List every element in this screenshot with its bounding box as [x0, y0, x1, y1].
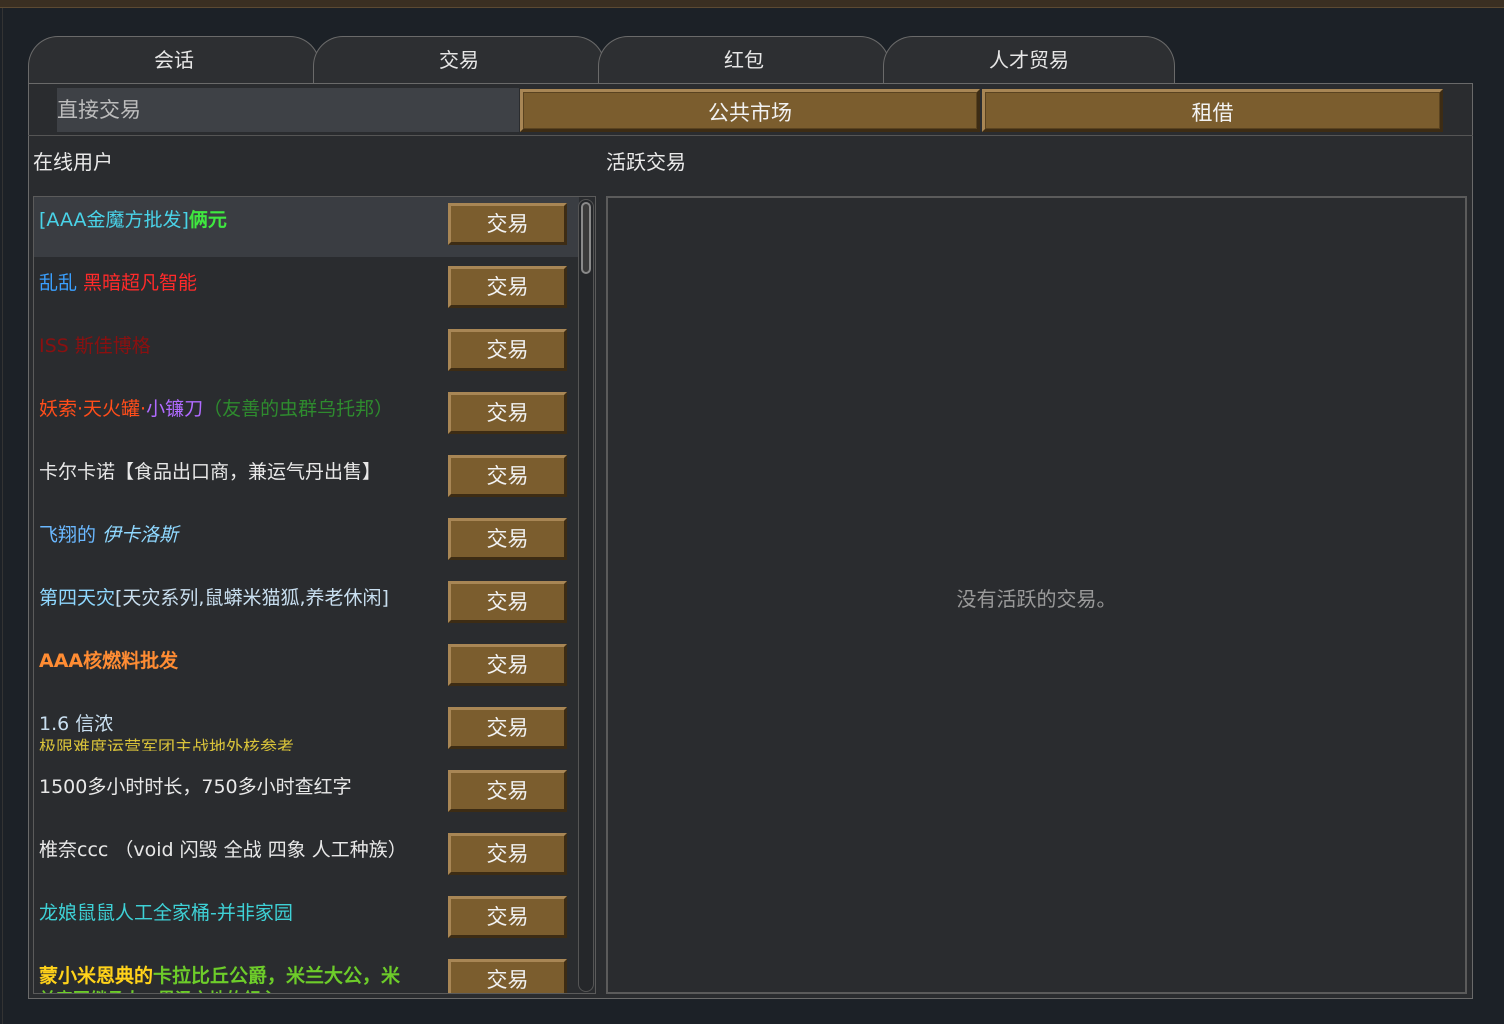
trade-button[interactable]: 交易 [448, 896, 567, 938]
tab-red-packet[interactable]: 红包 [598, 36, 890, 84]
user-row[interactable]: 龙娘鼠鼠人工全家桶-并非家园 交易 [34, 890, 579, 950]
trade-button[interactable]: 交易 [448, 266, 567, 308]
user-row[interactable]: 椎奈ccc （void 闪毁 全战 四象 人工种族） 交易 [34, 827, 579, 887]
active-trades-label: 活跃交易 [606, 150, 686, 174]
user-name: AAA核燃料批发 [39, 648, 444, 688]
user-name-segment: 1500多小时时长，750多小时查红字 [39, 776, 352, 798]
user-row[interactable]: 卡尔卡诺【食品出口商，兼运气丹出售】 交易 [34, 449, 579, 509]
trade-button[interactable]: 交易 [448, 644, 567, 686]
trade-button[interactable]: 交易 [448, 203, 567, 245]
user-name-line: 飞翔的 伊卡洛斯 [39, 524, 178, 546]
online-user-list[interactable]: [AAA金魔方批发]俩元 交易 乱乱 黑暗超凡智能 交易 ISS 斯佳博格 交易 妖索·… [33, 196, 596, 994]
trade-button[interactable]: 交易 [448, 329, 567, 371]
user-name-segment: 椎奈ccc （void 闪毁 全战 四象 人工种族） [39, 839, 407, 861]
online-users-label: 在线用户 [33, 150, 113, 174]
user-name-segment: 卡尔卡诺【食品出口商，兼运气丹出售】 [39, 461, 382, 483]
trade-button[interactable]: 交易 [448, 581, 567, 623]
user-name-segment: 伊卡洛斯 [102, 524, 179, 546]
user-name-line: 第四天灾[天灾系列,鼠蟒米猫狐,养老休闲] [39, 587, 389, 609]
user-name: 妖索·天火罐·小镰刀（友善的虫群乌托邦） [39, 396, 444, 436]
user-name: 1.6 信浓极限难度运营军团主战地外核参考 [39, 711, 444, 751]
public-market-button[interactable]: 公共市场 [520, 89, 980, 132]
user-name-segment: 兰帝国继承人，恩泽之地的领主 [39, 990, 277, 993]
tab-talent-trade[interactable]: 人才贸易 [883, 36, 1175, 84]
scrollbar-thumb[interactable] [581, 202, 591, 274]
user-name: 蒙小米恩典的卡拉比丘公爵，米兰大公，米兰帝国继承人，恩泽之地的领主 [39, 963, 444, 993]
tab-trade[interactable]: 交易 [313, 36, 605, 84]
user-name: 飞翔的 伊卡洛斯 [39, 522, 444, 562]
user-name: 椎奈ccc （void 闪毁 全战 四象 人工种族） [39, 837, 444, 877]
toolbar-divider [28, 135, 1473, 136]
user-name-line: 卡尔卡诺【食品出口商，兼运气丹出售】 [39, 461, 381, 483]
user-name-subline: 兰帝国继承人，恩泽之地的领主 [39, 989, 444, 993]
user-row[interactable]: 1.6 信浓 极限难度运营军团主战地外核参考 交易 [34, 701, 579, 761]
user-row[interactable]: AAA核燃料批发 交易 [34, 638, 579, 698]
user-name-line: AAA核燃料批发 [39, 650, 178, 672]
user-name-segment: [AAA金魔方批发] [39, 209, 189, 231]
user-name-segment: （友善的虫群乌托邦） [203, 398, 394, 420]
no-active-trades-message: 没有活跃的交易。 [956, 587, 1117, 611]
user-name: 卡尔卡诺【食品出口商，兼运气丹出售】 [39, 459, 444, 499]
top-strip [0, 0, 1504, 8]
active-trades-panel: 没有活跃的交易。 [606, 196, 1467, 994]
user-name: 1500多小时时长，750多小时查红字 [39, 774, 444, 814]
user-list-scrollbar[interactable] [578, 199, 594, 992]
trade-button[interactable]: 交易 [448, 959, 567, 993]
user-row[interactable]: 1500多小时时长，750多小时查红字 交易 [34, 764, 579, 824]
user-row[interactable]: [AAA金魔方批发]俩元 交易 [34, 197, 579, 257]
user-name-segment: 极限难度运营军团主战地外核参考 [39, 738, 294, 751]
user-name-line: 蒙小米恩典的卡拉比丘公爵，米兰大公，米 [39, 965, 400, 987]
user-name-segment: ISS 斯佳博格 [39, 335, 151, 357]
user-row[interactable]: 乱乱 黑暗超凡智能 交易 [34, 260, 579, 320]
user-name: 第四天灾[天灾系列,鼠蟒米猫狐,养老休闲] [39, 585, 444, 625]
user-name: [AAA金魔方批发]俩元 [39, 207, 444, 247]
user-name-segment: 飞翔的 [39, 524, 103, 546]
user-name-segment: 黑暗超凡智能 [83, 272, 198, 294]
user-name-segment: AAA核燃料批发 [39, 650, 179, 672]
user-name-segment: [天灾系列,鼠蟒米猫狐,养老休闲] [115, 587, 389, 609]
user-row[interactable]: 第四天灾[天灾系列,鼠蟒米猫狐,养老休闲] 交易 [34, 575, 579, 635]
user-name-segment: 乱乱 [39, 272, 84, 294]
user-name-line: 1.6 信浓 [39, 713, 113, 735]
trade-button[interactable]: 交易 [448, 392, 567, 434]
user-name-line: 乱乱 黑暗超凡智能 [39, 272, 197, 294]
user-name-segment: 蒙小米恩典的 [39, 965, 154, 987]
user-name-line: 龙娘鼠鼠人工全家桶-并非家园 [39, 902, 293, 924]
trade-button[interactable]: 交易 [448, 518, 567, 560]
user-name-line: 椎奈ccc （void 闪毁 全战 四象 人工种族） [39, 839, 407, 861]
user-name: ISS 斯佳博格 [39, 333, 444, 373]
user-name: 龙娘鼠鼠人工全家桶-并非家园 [39, 900, 444, 940]
trade-button[interactable]: 交易 [448, 455, 567, 497]
rent-button[interactable]: 租借 [982, 89, 1443, 132]
tab-chat[interactable]: 会话 [28, 36, 320, 84]
user-row[interactable]: 妖索·天火罐·小镰刀（友善的虫群乌托邦） 交易 [34, 386, 579, 446]
user-name-line: 妖索·天火罐·小镰刀（友善的虫群乌托邦） [39, 398, 393, 420]
user-name-segment: 卡拉比丘公爵，米兰大公，米 [153, 965, 401, 987]
user-row[interactable]: ISS 斯佳博格 交易 [34, 323, 579, 383]
user-name-line: ISS 斯佳博格 [39, 335, 151, 357]
trade-button[interactable]: 交易 [448, 707, 567, 749]
trade-button[interactable]: 交易 [448, 770, 567, 812]
user-name-segment: 第四天灾 [39, 587, 116, 609]
user-name-segment: 妖索·天火罐· [39, 398, 147, 420]
user-name: 乱乱 黑暗超凡智能 [39, 270, 444, 310]
user-row[interactable]: 飞翔的 伊卡洛斯 交易 [34, 512, 579, 572]
trade-button[interactable]: 交易 [448, 833, 567, 875]
user-name-segment: 龙娘鼠鼠人工全家桶-并非家园 [39, 902, 293, 924]
user-name-segment: 小镰刀 [146, 398, 204, 420]
direct-trade-tab[interactable]: 直接交易 [57, 88, 519, 132]
user-row[interactable]: 蒙小米恩典的卡拉比丘公爵，米兰大公，米兰帝国继承人，恩泽之地的领主交易 [34, 953, 579, 993]
user-name-segment: 1.6 信浓 [39, 713, 114, 735]
user-name-subline: 极限难度运营军团主战地外核参考 [39, 737, 444, 751]
user-name-line: 1500多小时时长，750多小时查红字 [39, 776, 352, 798]
user-name-line: [AAA金魔方批发]俩元 [39, 209, 227, 231]
user-name-segment: 俩元 [188, 209, 227, 231]
